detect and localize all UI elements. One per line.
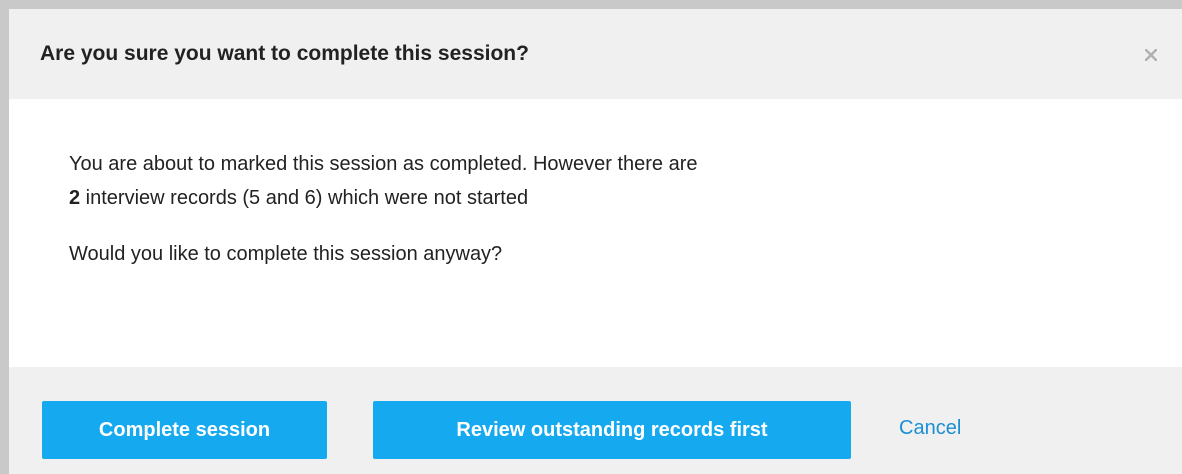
confirm-complete-dialog: Are you sure you want to complete this s… (0, 0, 1182, 474)
record-count: 2 (69, 187, 81, 209)
message-question: Would you like to complete this session … (69, 243, 503, 265)
dialog-title: Are you sure you want to complete this s… (40, 42, 529, 65)
dialog-footer: Complete session Review outstanding reco… (9, 367, 1182, 474)
review-records-button[interactable]: Review outstanding records first (373, 401, 851, 459)
dialog-header: Are you sure you want to complete this s… (9, 9, 1182, 99)
message-line-2: 2 interview records (5 and 6) which were… (69, 187, 528, 210)
cancel-link[interactable]: Cancel (899, 417, 961, 440)
message-line-2-text: interview records (5 and 6) which were n… (80, 187, 529, 209)
dialog-body: You are about to marked this session as … (9, 99, 1182, 367)
close-icon (1145, 49, 1157, 61)
close-button[interactable] (1140, 44, 1162, 66)
complete-session-button[interactable]: Complete session (42, 401, 327, 459)
message-line-1: You are about to marked this session as … (69, 153, 698, 175)
